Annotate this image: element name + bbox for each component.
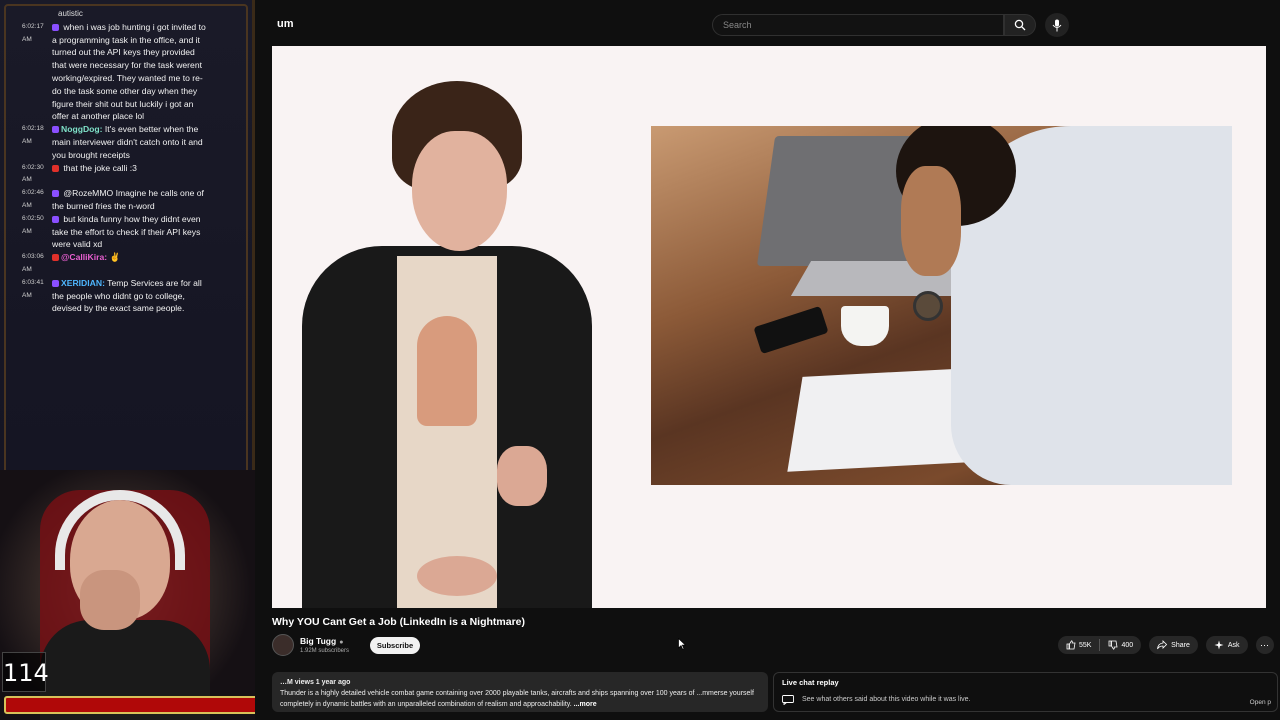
like-button[interactable]: 55K: [1058, 636, 1099, 654]
worker-hand: [901, 166, 961, 276]
subscribe-button[interactable]: Subscribe: [370, 637, 420, 654]
youtube-page: um Search Why YOU Cant Get a Job (Linked…: [255, 0, 1280, 720]
chat-badge-icon: [52, 215, 59, 223]
chat-username: XERIDIAN:: [61, 277, 105, 288]
stressed-worker-photo: [651, 126, 1232, 485]
chat-message-list: autistic 6:02:17 AM when i was job hunti…: [22, 8, 218, 315]
chat-username: @CalliKira:: [61, 252, 108, 263]
coffee-cup: [841, 306, 889, 346]
chat-username: NoggDog:: [61, 124, 103, 135]
share-icon: [1157, 640, 1168, 650]
chat-message: 6:02:46 AM @RozeMMO Imagine he calls one…: [22, 187, 218, 213]
chat-message: 6:03:06 AM @CalliKira: ✌: [22, 251, 218, 277]
chat-timestamp: 6:03:06 AM: [22, 253, 44, 273]
voice-search-button[interactable]: [1045, 13, 1069, 37]
chat-text: when i was job hunting i got invited to …: [52, 21, 206, 122]
like-dislike-group: 55K 400: [1058, 636, 1142, 654]
subscriber-count: 1.92M subscribers: [300, 648, 350, 654]
share-label: Share: [1171, 641, 1190, 649]
open-panel-button[interactable]: Open p: [1250, 699, 1271, 706]
description-text: Thunder is a highly detailed vehicle com…: [280, 690, 754, 708]
chat-badge-icon: [52, 254, 59, 262]
verified-badge-icon: ●: [339, 639, 344, 646]
chat-text: @RozeMMO Imagine he calls one of the bur…: [52, 188, 204, 211]
presenter-hand-left: [417, 556, 497, 596]
live-chat-title: Live chat replay: [782, 678, 839, 687]
description-more-link[interactable]: ...more: [574, 701, 597, 708]
chat-message: 6:02:17 AM when i was job hunting i got …: [22, 21, 218, 123]
search-button[interactable]: [1004, 14, 1036, 36]
youtube-logo[interactable]: um: [277, 18, 294, 30]
thumbs-up-icon: [1066, 640, 1076, 650]
ask-label: Ask: [1227, 641, 1240, 649]
peace-emote-icon: ✌: [109, 252, 121, 263]
chat-badge-icon: [52, 190, 59, 198]
chat-badge-icon: [52, 23, 59, 31]
presenter-hand-right: [497, 446, 547, 506]
video-title: Why YOU Cant Get a Job (LinkedIn is a Ni…: [272, 616, 526, 628]
chat-timestamp: 6:03:41 AM: [22, 278, 44, 299]
video-views-date: …M views 1 year ago: [280, 679, 351, 686]
ask-button[interactable]: Ask: [1205, 636, 1248, 654]
screen: autistic 6:02:17 AM when i was job hunti…: [0, 0, 1280, 720]
video-player[interactable]: [272, 46, 1266, 608]
channel-name[interactable]: Big Tugg ●: [300, 636, 343, 646]
more-actions-button[interactable]: ⋯: [1255, 636, 1274, 654]
like-count: 55K: [1079, 641, 1092, 649]
chat-message: 6:02:18 AMNoggDog: It's even better when…: [22, 123, 218, 161]
mouse-cursor-icon: [678, 638, 686, 650]
chat-partial-message: autistic: [58, 9, 83, 18]
chat-message: 6:02:30 AM that the joke calli :3: [22, 162, 218, 188]
microphone-icon: [1052, 19, 1062, 31]
live-chat-description: See what others said about this video wh…: [802, 696, 971, 703]
chat-bubble-icon: [782, 695, 794, 705]
chat-badge-icon: [52, 126, 59, 134]
search-box[interactable]: [712, 14, 1004, 36]
stream-counter: 114: [2, 652, 49, 692]
channel-name-text[interactable]: Big Tugg: [300, 636, 336, 646]
chat-timestamp: 6:02:50 AM: [22, 214, 44, 235]
video-description[interactable]: …M views 1 year ago Thunder is a highly …: [272, 672, 768, 712]
search-input[interactable]: [713, 15, 1003, 35]
chat-badge-icon: [52, 164, 59, 172]
channel-avatar[interactable]: [272, 634, 294, 656]
chat-text: that the joke calli :3: [63, 162, 137, 173]
presenter-figure: [272, 76, 602, 608]
search-icon: [1014, 19, 1026, 31]
chat-message: 6:03:41 AMXERIDIAN: Temp Services are fo…: [22, 277, 218, 315]
chat-timestamp: 6:02:18 AM: [22, 125, 44, 145]
live-chat-replay-panel: Live chat replay See what others said ab…: [773, 672, 1278, 712]
chat-message: 6:02:50 AM but kinda funny how they didn…: [22, 213, 218, 251]
chat-timestamp: 6:02:46 AM: [22, 189, 44, 209]
dislike-count: 400: [1121, 641, 1134, 649]
chat-badge-icon: [52, 279, 59, 287]
presenter-shirt: [397, 256, 497, 608]
chat-text: but kinda funny how they didnt even take…: [52, 213, 201, 250]
streamer-hand: [80, 570, 140, 630]
share-button[interactable]: Share: [1149, 636, 1198, 654]
video-actions: 55K 400 Share Ask ⋯: [1058, 636, 1274, 654]
wristwatch: [913, 291, 943, 321]
thumbs-down-icon: [1109, 640, 1118, 650]
dislike-button[interactable]: 400: [1100, 636, 1141, 654]
smartphone: [753, 305, 829, 355]
sparkle-icon: [1214, 640, 1224, 650]
presenter-face: [412, 131, 507, 251]
chat-timestamp: 6:02:17 AM: [22, 22, 44, 43]
chat-timestamp: 6:02:30 AM: [22, 163, 44, 184]
